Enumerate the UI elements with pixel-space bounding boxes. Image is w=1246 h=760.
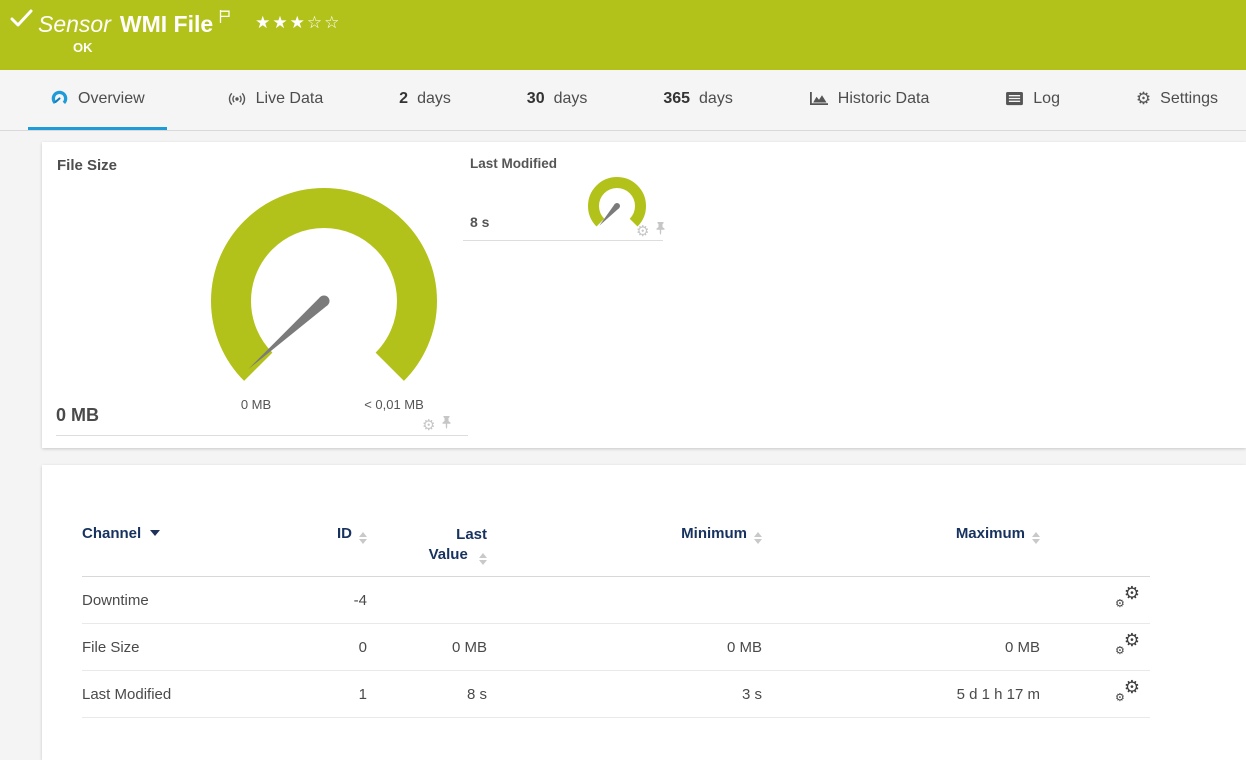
cell-channel: Last Modified <box>82 685 172 703</box>
sort-caret-icon <box>150 530 161 536</box>
cell-maximum: 5 d 1 h 17 m <box>956 685 1040 703</box>
priority-stars[interactable]: ★★★☆☆ <box>255 13 341 32</box>
cell-channel: File Size <box>82 638 140 656</box>
log-list-icon <box>1006 91 1024 106</box>
channel-table-header: Channel ID Last Value Minimum Maximum <box>82 525 1150 577</box>
column-header-maximum[interactable]: Maximum <box>762 525 1040 565</box>
tab-historic-data[interactable]: Historic Data <box>793 70 946 130</box>
last-modified-gauge-title: Last Modified <box>470 156 557 171</box>
last-modified-divider <box>463 240 663 241</box>
tab-overview[interactable]: Overview <box>28 70 167 130</box>
cell-last-value: 0 MB <box>451 638 487 656</box>
file-size-divider <box>56 435 468 436</box>
ok-check-icon <box>10 9 34 34</box>
channel-settings-icon[interactable]: ⚙ ⚙ <box>1114 631 1140 657</box>
column-header-channel[interactable]: Channel <box>82 525 317 565</box>
table-row-last-modified: Last Modified 1 8 s 3 s 5 d 1 h 17 m ⚙ ⚙ <box>82 671 1150 718</box>
priority-flag-icon[interactable] <box>218 3 231 30</box>
tab-2-days[interactable]: 2 days <box>383 70 467 130</box>
broadcast-icon <box>228 92 245 105</box>
tab-settings[interactable]: ⚙ Settings <box>1120 70 1234 130</box>
table-row-downtime: Downtime -4 ⚙ ⚙ <box>82 577 1150 624</box>
cell-minimum: 0 MB <box>726 638 762 656</box>
file-size-gauge-title: File Size <box>57 157 118 174</box>
channels-panel: Channel ID Last Value Minimum Maximum Do… <box>42 465 1246 760</box>
last-modified-gauge-pin-icon[interactable] <box>656 222 665 240</box>
cell-minimum: 3 s <box>741 685 762 703</box>
cell-id: 1 <box>358 685 367 703</box>
sensor-name: WMI File <box>119 11 214 37</box>
gauges-panel: File Size 0 MB < 0,01 MB 0 MB ⚙ Last Mod… <box>42 142 1246 448</box>
file-size-gauge-min-label: 0 MB <box>240 397 272 412</box>
sort-arrows-icon <box>479 553 487 565</box>
file-size-gauge-settings-icon[interactable]: ⚙ <box>422 418 435 433</box>
channel-settings-icon[interactable]: ⚙ ⚙ <box>1114 584 1140 610</box>
channel-settings-icon[interactable]: ⚙ ⚙ <box>1114 678 1140 704</box>
file-size-gauge <box>211 188 437 381</box>
channel-table: Channel ID Last Value Minimum Maximum Do… <box>82 525 1150 718</box>
status-badge: OK <box>73 40 93 55</box>
file-size-current-value: 0 MB <box>56 405 100 425</box>
column-header-id[interactable]: ID <box>317 525 367 565</box>
file-size-gauge-pin-icon[interactable] <box>442 416 451 434</box>
tab-bar: Overview Live Data 2 days 30 days 365 da… <box>0 70 1246 131</box>
column-header-last-value[interactable]: Last Value <box>367 525 487 565</box>
sort-arrows-icon <box>1032 532 1040 544</box>
gauge-icon <box>51 90 68 105</box>
sort-arrows-icon <box>359 532 367 544</box>
column-header-minimum[interactable]: Minimum <box>487 525 762 565</box>
last-modified-gauge-settings-icon[interactable]: ⚙ <box>636 224 649 239</box>
cell-id: -4 <box>353 591 367 609</box>
area-chart-icon <box>809 91 828 105</box>
tab-30-days[interactable]: 30 days <box>511 70 604 130</box>
table-row-file-size: File Size 0 0 MB 0 MB 0 MB ⚙ ⚙ <box>82 624 1150 671</box>
cell-channel: Downtime <box>82 591 149 609</box>
last-modified-current-value: 8 s <box>470 214 490 230</box>
cell-maximum: 0 MB <box>1004 638 1040 656</box>
tab-log[interactable]: Log <box>989 70 1076 130</box>
sensor-type-label: Sensor <box>38 11 111 37</box>
tab-365-days[interactable]: 365 days <box>647 70 749 130</box>
sensor-status-bar: Sensor WMI File ★★★☆☆ OK <box>0 0 1246 70</box>
file-size-gauge-max-label: < 0,01 MB <box>364 397 424 412</box>
sort-arrows-icon <box>754 532 762 544</box>
tab-live-data[interactable]: Live Data <box>211 70 340 130</box>
cell-id: 0 <box>358 638 367 656</box>
cell-last-value: 8 s <box>466 685 487 703</box>
gear-icon: ⚙ <box>1135 89 1152 108</box>
